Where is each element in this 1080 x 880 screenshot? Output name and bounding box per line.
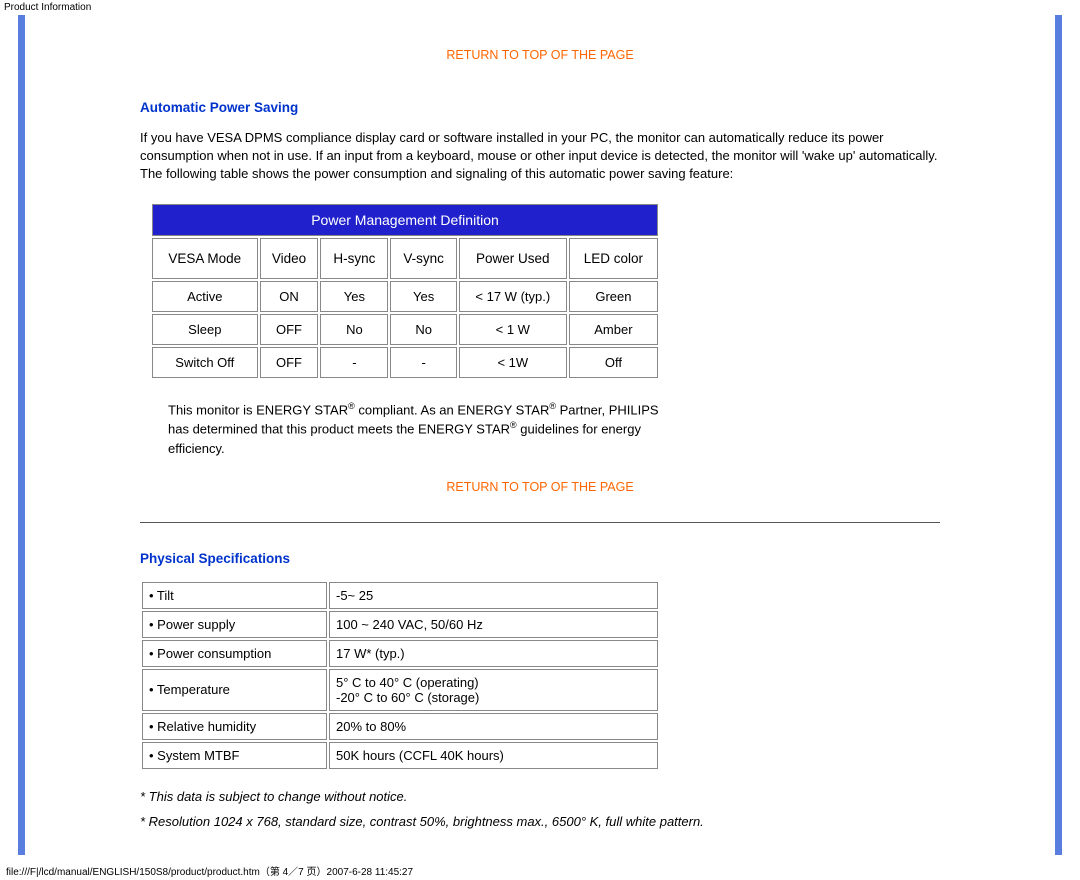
heading-physical-specs: Physical Specifications — [140, 551, 940, 566]
pm-cell: OFF — [260, 347, 319, 378]
pm-cell: Off — [569, 347, 658, 378]
power-table-wrap: Power Management Definition VESA Mode Vi… — [150, 202, 930, 459]
spec-label: • Temperature — [142, 669, 327, 711]
spec-value: 50K hours (CCFL 40K hours) — [329, 742, 658, 769]
pm-cell: < 1 W — [459, 314, 567, 345]
reg-mark: ® — [549, 401, 556, 411]
pm-cell: No — [320, 314, 388, 345]
pm-cell: Sleep — [152, 314, 258, 345]
power-saving-intro: If you have VESA DPMS compliance display… — [140, 129, 940, 184]
pm-cell: ON — [260, 281, 319, 312]
section-divider — [140, 522, 940, 523]
spec-row: • Power consumption 17 W* (typ.) — [142, 640, 658, 667]
energy-star-note: This monitor is ENERGY STAR® compliant. … — [168, 400, 668, 459]
spec-row: • System MTBF 50K hours (CCFL 40K hours) — [142, 742, 658, 769]
return-link-mid-wrap: RETURN TO TOP OF THE PAGE — [140, 479, 940, 494]
pm-header-row: VESA Mode Video H-sync V-sync Power Used… — [152, 238, 658, 279]
spec-label: • Relative humidity — [142, 713, 327, 740]
page-frame: RETURN TO TOP OF THE PAGE Automatic Powe… — [18, 15, 1062, 855]
pm-cell: Active — [152, 281, 258, 312]
spec-row: • Tilt -5~ 25 — [142, 582, 658, 609]
pm-cell: Amber — [569, 314, 658, 345]
spec-row: • Relative humidity 20% to 80% — [142, 713, 658, 740]
pm-cell: Green — [569, 281, 658, 312]
pm-row: Switch Off OFF - - < 1W Off — [152, 347, 658, 378]
pm-col-hsync: H-sync — [320, 238, 388, 279]
reg-mark: ® — [348, 401, 355, 411]
heading-auto-power-saving: Automatic Power Saving — [140, 100, 940, 115]
pm-table-title: Power Management Definition — [152, 204, 658, 236]
pm-col-video: Video — [260, 238, 319, 279]
pm-row: Active ON Yes Yes < 17 W (typ.) Green — [152, 281, 658, 312]
pm-cell: Yes — [320, 281, 388, 312]
pm-col-vesa: VESA Mode — [152, 238, 258, 279]
spec-row: • Power supply 100 ~ 240 VAC, 50/60 Hz — [142, 611, 658, 638]
spec-value: 100 ~ 240 VAC, 50/60 Hz — [329, 611, 658, 638]
spec-label: • Tilt — [142, 582, 327, 609]
spec-value: 17 W* (typ.) — [329, 640, 658, 667]
footnote-resolution: * Resolution 1024 x 768, standard size, … — [140, 814, 940, 829]
pm-row: Sleep OFF No No < 1 W Amber — [152, 314, 658, 345]
content-area: RETURN TO TOP OF THE PAGE Automatic Powe… — [140, 15, 940, 829]
pm-cell: No — [390, 314, 456, 345]
pm-col-led: LED color — [569, 238, 658, 279]
pm-cell: - — [320, 347, 388, 378]
spec-value: -5~ 25 — [329, 582, 658, 609]
return-to-top-link[interactable]: RETURN TO TOP OF THE PAGE — [446, 48, 633, 62]
footnote-change: * This data is subject to change without… — [140, 789, 940, 804]
spec-value: 5° C to 40° C (operating) -20° C to 60° … — [329, 669, 658, 711]
page-file-path-footer: file:///F|/lcd/manual/ENGLISH/150S8/prod… — [0, 861, 1080, 880]
power-management-table: Power Management Definition VESA Mode Vi… — [150, 202, 660, 380]
pm-cell: OFF — [260, 314, 319, 345]
spec-row: • Temperature 5° C to 40° C (operating) … — [142, 669, 658, 711]
pm-cell: < 1W — [459, 347, 567, 378]
pm-cell: Yes — [390, 281, 456, 312]
return-link-top-wrap: RETURN TO TOP OF THE PAGE — [140, 47, 940, 62]
pm-cell: - — [390, 347, 456, 378]
spec-label: • Power supply — [142, 611, 327, 638]
reg-mark: ® — [510, 420, 517, 430]
spec-label: • Power consumption — [142, 640, 327, 667]
pm-cell: < 17 W (typ.) — [459, 281, 567, 312]
spec-value: 20% to 80% — [329, 713, 658, 740]
spec-label: • System MTBF — [142, 742, 327, 769]
energy-text: This monitor is ENERGY STAR — [168, 402, 348, 417]
pm-cell: Switch Off — [152, 347, 258, 378]
physical-specs-table: • Tilt -5~ 25 • Power supply 100 ~ 240 V… — [140, 580, 660, 771]
return-to-top-link[interactable]: RETURN TO TOP OF THE PAGE — [446, 480, 633, 494]
pm-col-power: Power Used — [459, 238, 567, 279]
page-header-label: Product Information — [0, 0, 1080, 15]
pm-col-vsync: V-sync — [390, 238, 456, 279]
energy-text: compliant. As an ENERGY STAR — [355, 402, 550, 417]
